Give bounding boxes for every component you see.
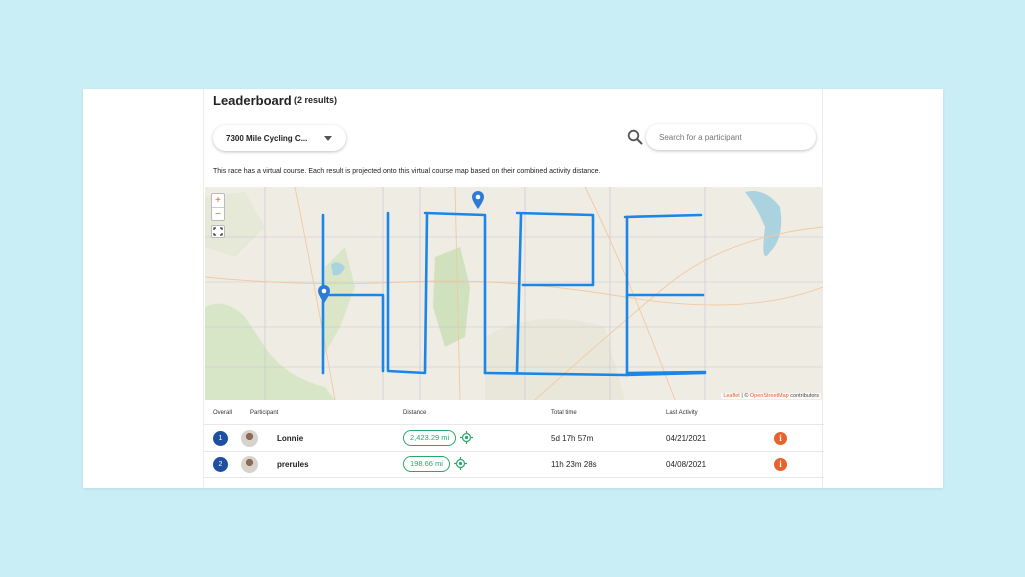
course-map[interactable]: + − Leaflet | © OpenStreetMap contributo… xyxy=(205,187,823,400)
course-note: This race has a virtual course. Each res… xyxy=(213,168,601,175)
attribution-suffix: contributors xyxy=(788,393,819,399)
info-icon[interactable]: i xyxy=(774,458,787,471)
fullscreen-button[interactable] xyxy=(211,225,225,238)
map-marker-icon[interactable] xyxy=(318,285,330,303)
table-header: Overall Participant Distance Total time … xyxy=(204,409,824,425)
course-select[interactable]: 7300 Mile Cycling C... xyxy=(213,125,346,151)
avatar xyxy=(241,430,258,447)
page-title: Leaderboard xyxy=(213,93,292,108)
map-attribution: Leaflet | © OpenStreetMap contributors xyxy=(721,393,821,399)
header-last-activity: Last Activity xyxy=(666,410,698,416)
zoom-in-button[interactable]: + xyxy=(212,194,224,207)
results-count: (2 results) xyxy=(294,95,338,105)
search-icon[interactable] xyxy=(627,129,643,145)
header-total-time: Total time xyxy=(551,410,577,416)
avatar xyxy=(241,456,258,473)
leaderboard-panel: Leaderboard (2 results) 7300 Mile Cyclin… xyxy=(203,89,824,488)
last-activity: 04/21/2021 xyxy=(666,434,707,443)
rank-badge: 2 xyxy=(213,457,228,472)
total-time: 5d 17h 57m xyxy=(551,434,594,443)
locate-icon[interactable] xyxy=(460,431,473,444)
last-activity: 04/08/2021 xyxy=(666,460,707,469)
map-tiles xyxy=(205,187,823,400)
zoom-out-button[interactable]: − xyxy=(212,208,224,221)
info-icon[interactable]: i xyxy=(774,432,787,445)
course-select-value: 7300 Mile Cycling C... xyxy=(226,133,308,143)
osm-link[interactable]: OpenStreetMap xyxy=(750,393,789,399)
header-participant: Participant xyxy=(250,410,279,416)
table-row[interactable]: 2 prerules 198.66 mi 11h 23m 28s 04/08/2… xyxy=(204,452,824,478)
locate-icon[interactable] xyxy=(454,457,467,470)
participant-name[interactable]: prerules xyxy=(277,460,309,469)
map-marker-icon[interactable] xyxy=(472,191,484,209)
distance-badge: 198.66 mi xyxy=(403,456,450,472)
search-input[interactable] xyxy=(646,124,816,150)
header-distance: Distance xyxy=(403,410,427,416)
chevron-down-icon xyxy=(324,136,332,141)
leaflet-link[interactable]: Leaflet xyxy=(723,393,740,399)
attribution-separator: | © xyxy=(739,393,750,399)
total-time: 11h 23m 28s xyxy=(551,460,597,469)
distance-badge: 2,423.29 mi xyxy=(403,430,457,446)
fullscreen-icon xyxy=(213,227,223,236)
table-row[interactable]: 1 Lonnie 2,423.29 mi 5d 17h 57m 04/21/20… xyxy=(204,426,824,452)
rank-badge: 1 xyxy=(213,431,228,446)
participant-name[interactable]: Lonnie xyxy=(277,434,303,443)
header-overall: Overall xyxy=(213,410,233,416)
zoom-control: + − xyxy=(211,193,225,221)
